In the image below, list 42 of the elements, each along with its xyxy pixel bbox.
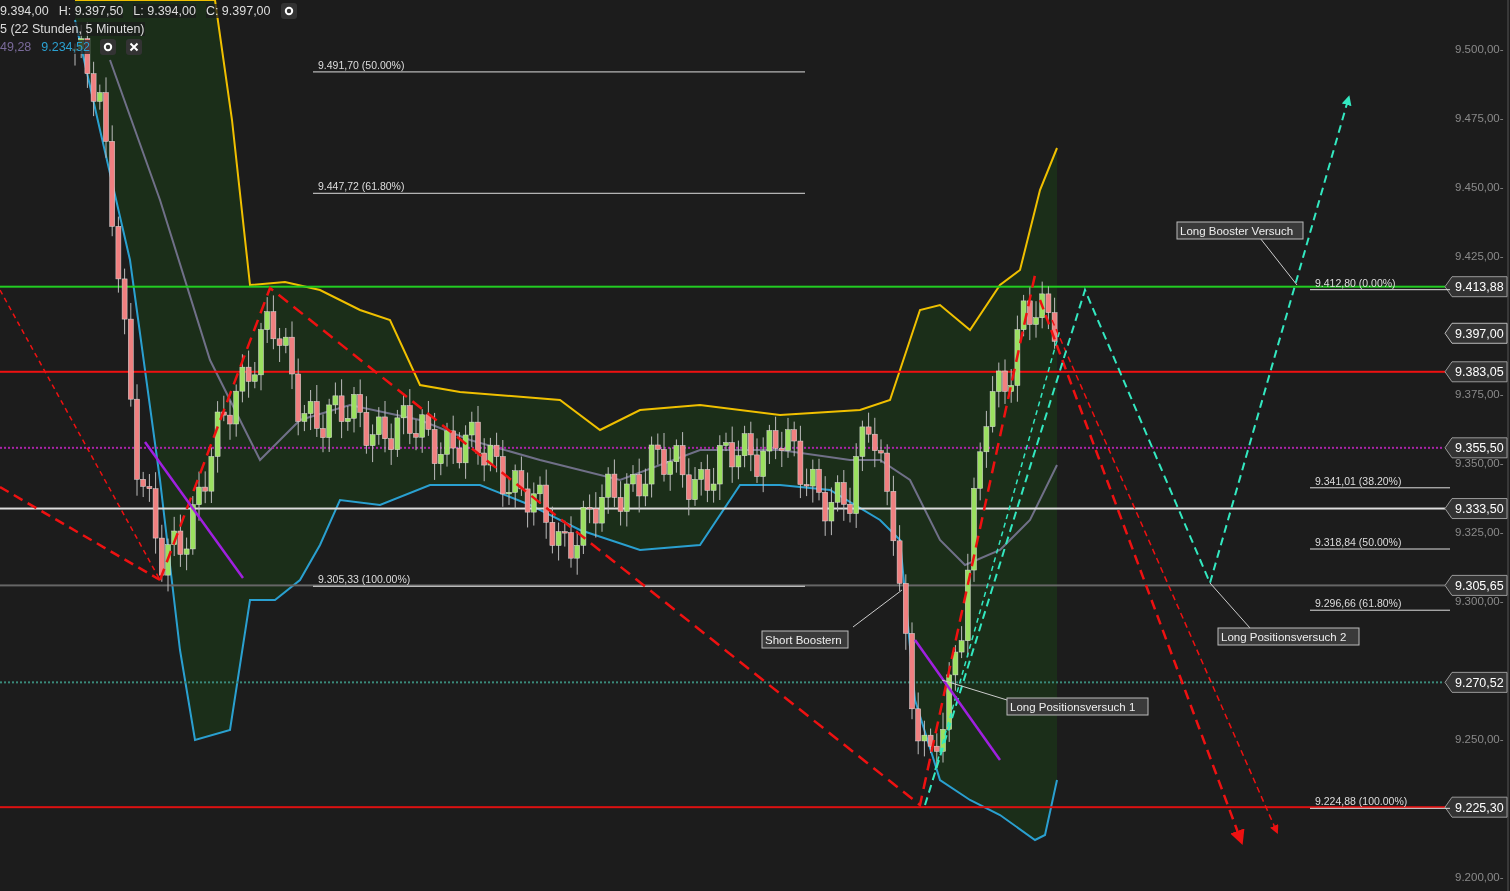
price-tag: 9.413,88 [1444,276,1508,298]
axis-label: 9.450,00- [1455,181,1504,193]
fib-level-label: 9.305,33 (100.00%) [318,573,411,586]
ohlc-value: C: 9.397,00 [205,4,271,18]
price-tag: 9.333,50 [1444,498,1508,520]
ohlc-value: 9.394,00 [0,4,49,18]
ohlc-value: H: 9.397,50 [58,4,124,18]
axis-label: 9.350,00- [1455,457,1504,469]
axis-label: 9.375,00- [1455,388,1504,400]
annotation-label: Short Boostern [761,630,849,649]
axis-label: 9.475,00- [1455,112,1504,124]
axis-label: 9.425,00- [1455,250,1504,262]
leader-line [941,679,1008,701]
indicator-value: 9.234,52 [41,40,90,54]
axis-label: 9.200,00- [1455,871,1504,883]
indicator-value: 49,28 [0,40,32,54]
axis-label: 9.325,00- [1455,526,1504,538]
fib-level-label: 9.491,70 (50.00%) [318,58,405,71]
fib-level-label: 9.318,84 (50.00%) [1315,536,1402,548]
axis-label: 9.250,00- [1455,733,1504,745]
leader-line [1259,237,1298,286]
fib-level-label: 9.447,72 (61.80%) [318,180,405,193]
leader-line [852,589,903,628]
fib-level-label: 9.224,88 (100.00%) [1315,795,1408,808]
fib-level-label: 9.341,01 (38.20%) [1315,474,1402,487]
axis-label: 9.500,00- [1455,43,1504,55]
annotation-label: Long Positionsversuch 1 [1006,697,1149,716]
price-tag: 9.270,52 [1444,671,1508,693]
price-tag: 9.383,05 [1444,361,1508,383]
fib-level-label: 9.412,80 (0.00%) [1315,276,1396,289]
price-tag: 9.397,00 [1444,322,1508,344]
price-tag: 9.225,30 [1444,796,1508,818]
price-tag: 9.355,50 [1444,437,1508,459]
price-tag: 9.305,65 [1444,574,1508,596]
annotation-label: Long Positionsversuch 2 [1217,627,1360,646]
axis-label: 9.300,00- [1455,595,1504,607]
settings-icon[interactable] [280,3,297,19]
annotation-label: Long Booster Versuch [1176,221,1304,240]
ohlc-value: L: 9.394,00 [133,4,196,18]
period-label: 5 (22 Stunden, 5 Minuten) [0,22,145,36]
leader-line [1209,582,1251,629]
fib-level-label: 9.296,66 (61.80%) [1315,597,1402,610]
